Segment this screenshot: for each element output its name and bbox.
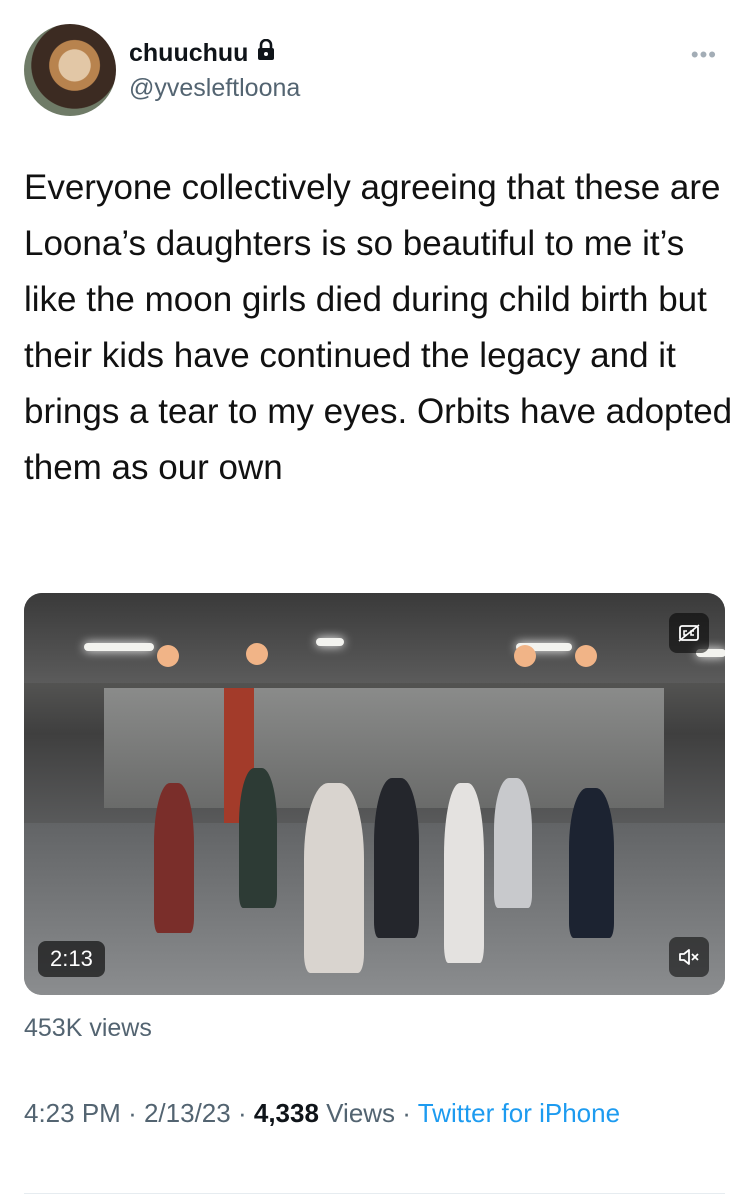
divider — [24, 1193, 725, 1194]
tweet-source-link[interactable]: Twitter for iPhone — [418, 1098, 620, 1128]
author-handle[interactable]: @yvesleftloona — [129, 72, 300, 104]
tweet-views-label: Views — [326, 1098, 396, 1128]
avatar[interactable] — [24, 24, 116, 116]
video-player[interactable]: 2:13 — [24, 593, 725, 995]
tweet-metadata: 4:23 PM · 2/13/23 · 4,338 Views · Twitte… — [24, 1093, 724, 1133]
lock-icon — [256, 38, 276, 68]
speaker-muted-icon[interactable] — [669, 937, 709, 977]
video-frame-ceiling — [24, 593, 725, 683]
author-names: chuuchuu @yvesleftloona — [129, 38, 300, 104]
video-duration-badge: 2:13 — [38, 941, 105, 977]
tweet-view-count[interactable]: 4,338 — [254, 1098, 319, 1128]
separator: · — [128, 1098, 137, 1128]
separator: · — [402, 1098, 411, 1128]
more-options-icon[interactable]: ••• — [691, 42, 717, 68]
tweet-date[interactable]: 2/13/23 — [144, 1098, 231, 1128]
tweet-text: Everyone collectively agreeing that thes… — [24, 168, 733, 487]
tweet-header: chuuchuu @yvesleftloona ••• — [24, 24, 725, 120]
tweet-time[interactable]: 4:23 PM — [24, 1098, 121, 1128]
closed-captions-icon[interactable] — [669, 613, 709, 653]
video-view-count: 453K views — [24, 1014, 152, 1042]
separator: · — [237, 1098, 247, 1128]
author-display-name[interactable]: chuuchuu — [129, 38, 248, 68]
author-display-name-row[interactable]: chuuchuu — [129, 38, 300, 68]
